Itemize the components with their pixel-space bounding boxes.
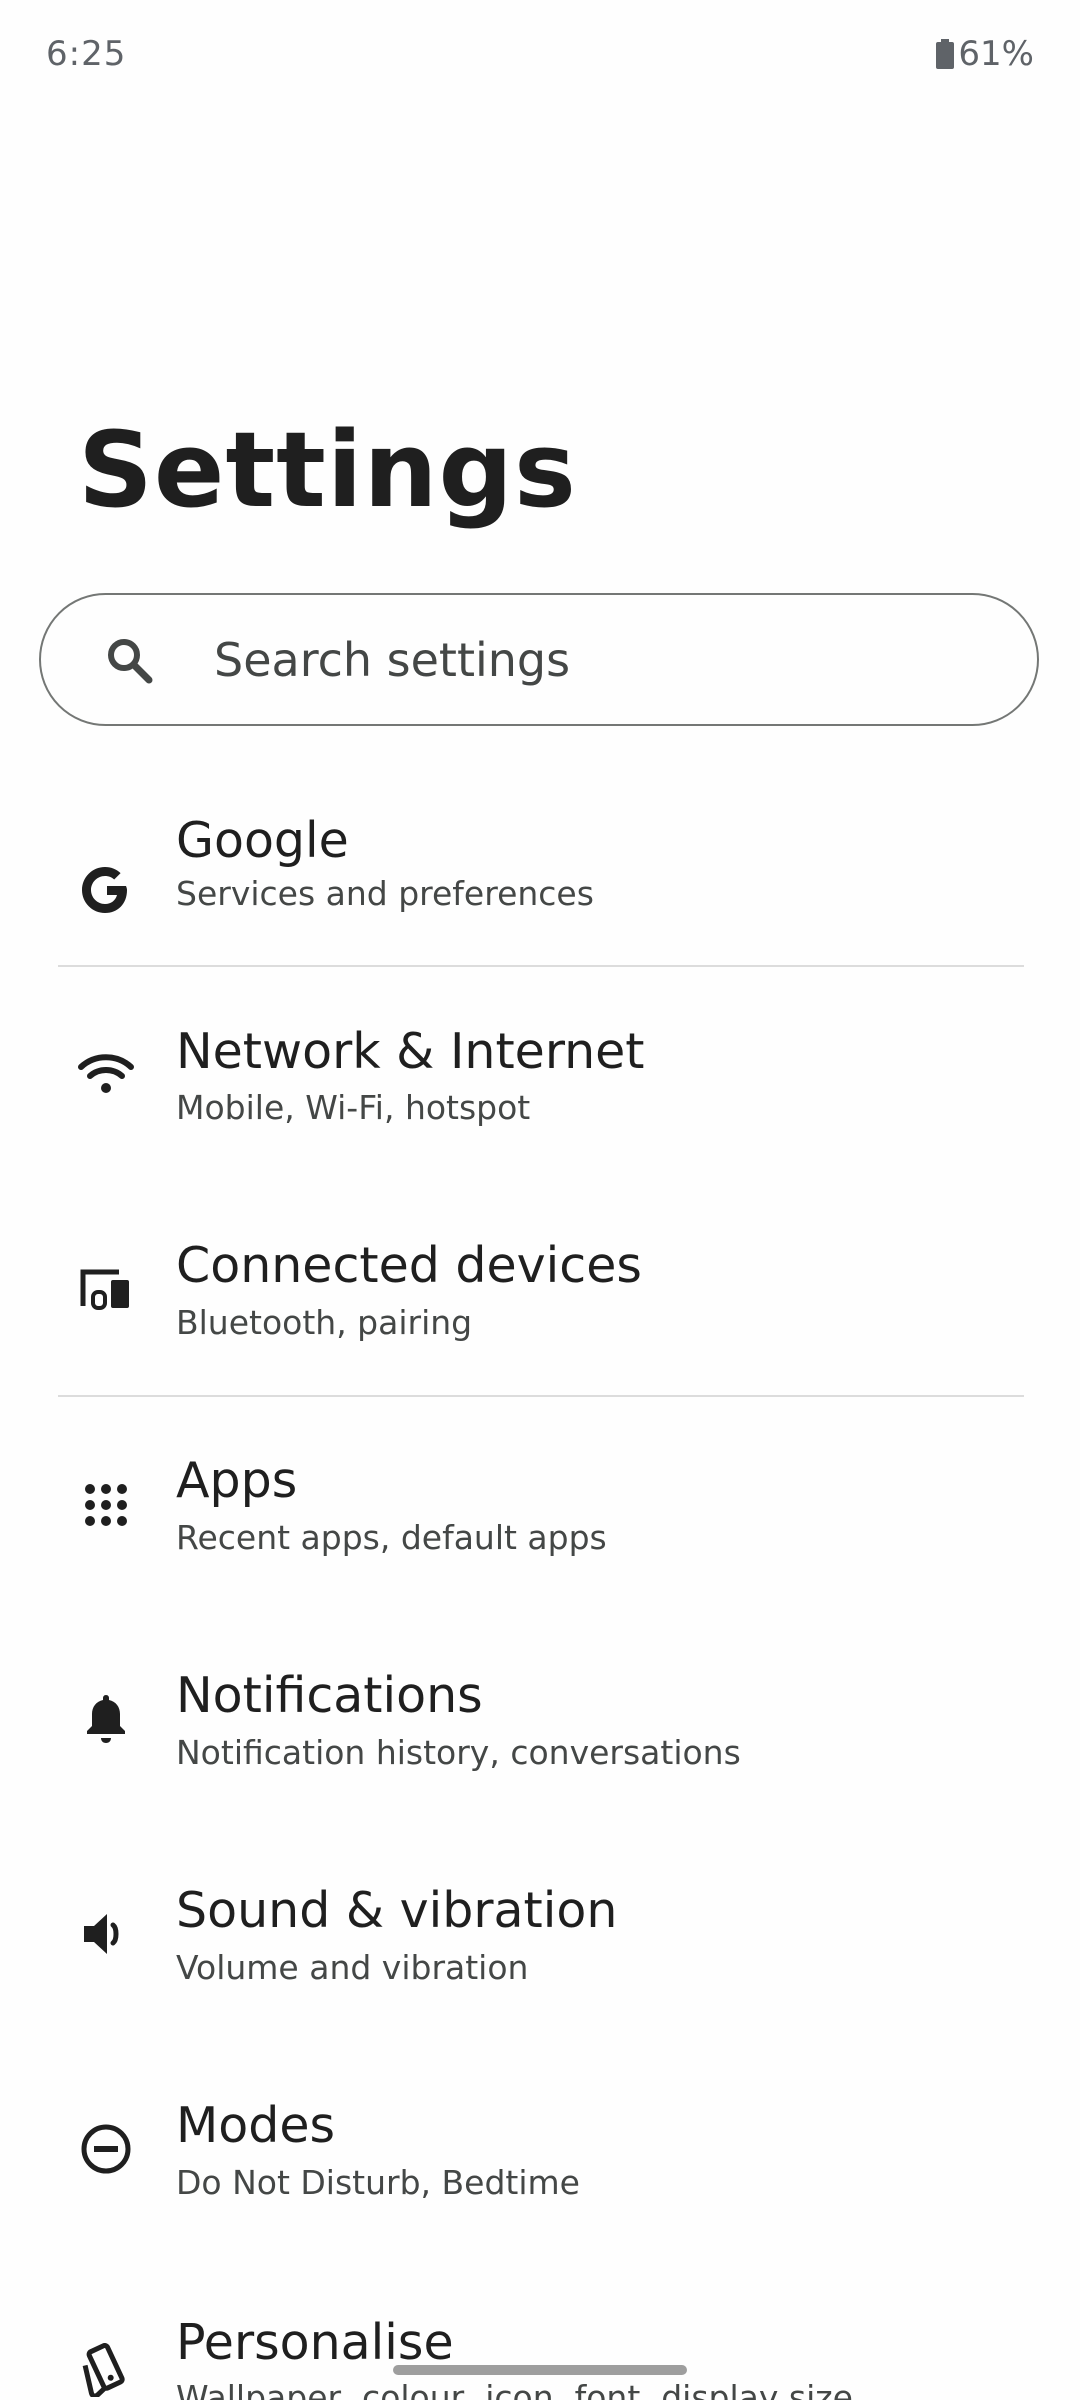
search-placeholder: Search settings xyxy=(214,632,571,687)
status-bar: 6:25 61% xyxy=(0,0,1080,112)
settings-item-personalise[interactable]: Personalise Wallpaper, colour, icon, fon… xyxy=(0,2290,1080,2400)
settings-item-sound[interactable]: Sound & vibration Volume and vibration xyxy=(0,1860,1080,2040)
settings-item-connected-devices[interactable]: Connected devices Bluetooth, pairing xyxy=(0,1215,1080,1395)
settings-item-notifications[interactable]: Notifications Notification history, conv… xyxy=(0,1645,1080,1825)
item-title: Modes xyxy=(176,2097,336,2154)
wifi-icon xyxy=(76,1044,136,1104)
item-title: Sound & vibration xyxy=(176,1882,618,1939)
battery-icon xyxy=(936,39,955,69)
item-subtitle: Mobile, Wi-Fi, hotspot xyxy=(176,1088,531,1127)
item-title: Apps xyxy=(176,1452,298,1509)
bell-icon xyxy=(76,1689,136,1749)
google-icon xyxy=(76,860,136,920)
devices-icon xyxy=(76,1259,136,1319)
divider xyxy=(58,1395,1024,1397)
apps-grid-icon xyxy=(76,1475,136,1535)
item-title: Connected devices xyxy=(176,1237,642,1294)
page-title: Settings xyxy=(78,409,577,531)
palette-icon xyxy=(76,2340,136,2400)
gesture-nav-handle[interactable] xyxy=(393,2365,687,2375)
speaker-icon xyxy=(76,1904,136,1964)
item-subtitle: Services and preferences xyxy=(176,874,594,913)
settings-screen: 6:25 61% Settings Search settings Google… xyxy=(0,0,1080,2400)
search-input[interactable]: Search settings xyxy=(39,593,1039,726)
status-time: 6:25 xyxy=(46,34,127,74)
settings-item-modes[interactable]: Modes Do Not Disturb, Bedtime xyxy=(0,2075,1080,2255)
item-subtitle: Volume and vibration xyxy=(176,1948,529,1987)
item-title: Notifications xyxy=(176,1667,483,1724)
divider xyxy=(58,965,1024,967)
item-subtitle: Bluetooth, pairing xyxy=(176,1303,473,1342)
item-title: Google xyxy=(176,812,349,869)
settings-item-network[interactable]: Network & Internet Mobile, Wi-Fi, hotspo… xyxy=(0,1000,1080,1180)
item-subtitle: Recent apps, default apps xyxy=(176,1518,607,1557)
item-title: Personalise xyxy=(176,2314,454,2371)
status-indicators: 61% xyxy=(936,34,1034,74)
do-not-disturb-icon xyxy=(76,2119,136,2179)
search-icon xyxy=(105,636,153,684)
item-subtitle: Notification history, conversations xyxy=(176,1733,741,1772)
settings-item-google[interactable]: Google Services and preferences xyxy=(0,770,1080,950)
battery-percent: 61% xyxy=(958,34,1034,74)
settings-item-apps[interactable]: Apps Recent apps, default apps xyxy=(0,1430,1080,1610)
item-subtitle: Do Not Disturb, Bedtime xyxy=(176,2163,580,2202)
item-title: Network & Internet xyxy=(176,1023,645,1080)
item-subtitle: Wallpaper, colour, icon, font, display s… xyxy=(176,2378,853,2400)
